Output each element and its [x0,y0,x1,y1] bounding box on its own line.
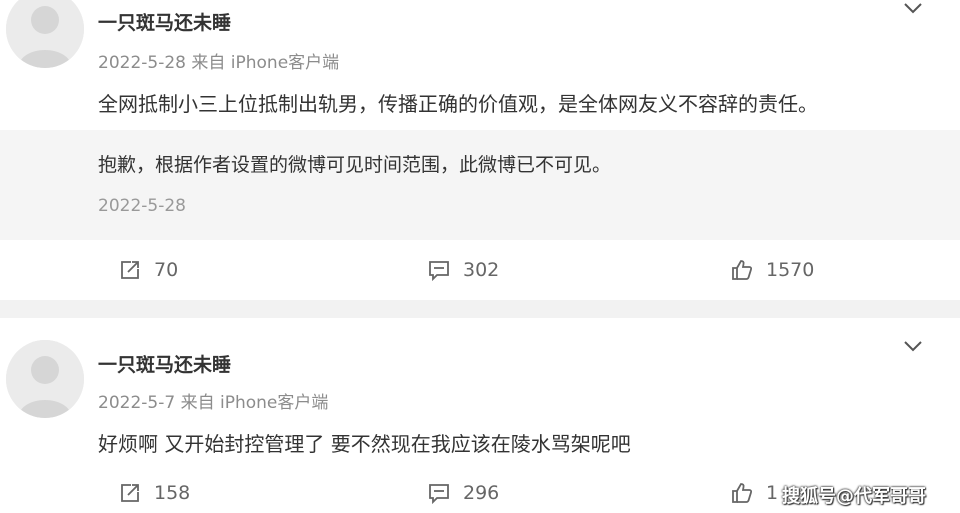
like-count: 1570 [766,259,815,281]
thumbs-up-icon [730,481,754,505]
repost-button[interactable]: 158 [118,478,190,508]
post-meta: 2022-5-28 来自 iPhone客户端 [98,53,340,73]
repost-icon [118,481,142,505]
username[interactable]: 一只斑马还未睡 [98,8,231,35]
like-count: 1 [766,482,779,504]
watermark: 搜狐号@代军哥哥 [782,486,926,507]
repost-button[interactable]: 70 [118,255,178,285]
post-meta: 2022-5-7 来自 iPhone客户端 [98,393,329,413]
chevron-down-icon[interactable] [902,0,924,14]
comment-button[interactable]: 302 [427,255,499,285]
username[interactable]: 一只斑马还未睡 [98,350,231,377]
repost-count: 158 [154,482,191,504]
action-bar: 70 302 1570 [0,255,960,285]
post-content: 好烦啊 又开始封控管理了 要不然现在我应该在陵水骂架呢吧 [98,432,631,456]
avatar[interactable] [6,340,84,418]
repost-icon [118,258,142,282]
thumbs-up-icon [730,258,754,282]
weibo-feed: 一只斑马还未睡 2022-5-28 来自 iPhone客户端 全网抵制小三上位抵… [0,0,960,513]
post-card: 一只斑马还未睡 2022-5-28 来自 iPhone客户端 全网抵制小三上位抵… [0,0,960,300]
comment-icon [427,258,451,282]
post-content: 全网抵制小三上位抵制出轨男，传播正确的价值观，是全体网友义不容辞的责任。 [98,92,818,116]
repost-date: 2022-5-28 [98,196,186,216]
default-avatar-icon [6,0,84,68]
repost-text: 抱歉，根据作者设置的微博可见时间范围，此微博已不可见。 [98,154,612,176]
like-button[interactable]: 1 [730,478,778,508]
comment-button[interactable]: 296 [427,478,499,508]
comment-icon [427,481,451,505]
repost-box[interactable]: 抱歉，根据作者设置的微博可见时间范围，此微博已不可见。 2022-5-28 [0,130,960,240]
comment-count: 296 [463,482,500,504]
post-separator [0,300,960,318]
repost-count: 70 [154,259,179,281]
avatar[interactable] [6,0,84,68]
default-avatar-icon [6,340,84,418]
chevron-down-icon[interactable] [902,338,924,352]
comment-count: 302 [463,259,500,281]
like-button[interactable]: 1570 [730,255,814,285]
